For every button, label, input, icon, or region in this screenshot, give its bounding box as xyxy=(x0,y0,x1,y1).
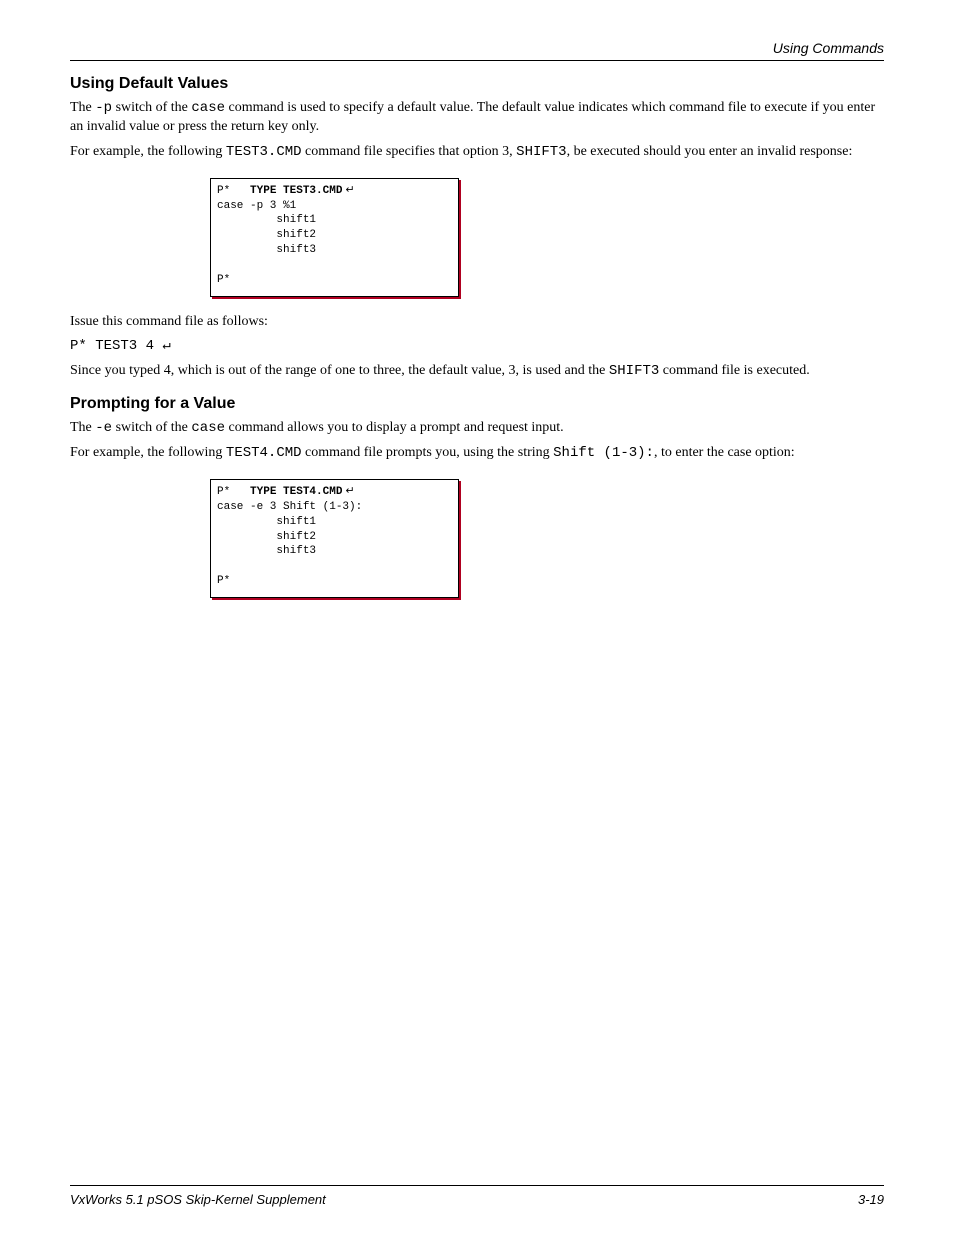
header-rule xyxy=(70,60,884,61)
section-heading-prompting: Prompting for a Value xyxy=(70,395,884,413)
return-icon: ↵ xyxy=(342,485,354,497)
case-command: case xyxy=(191,100,225,116)
footer-right: 3-19 xyxy=(858,1192,884,1207)
code-box-test4: P* TYPE TEST4.CMD ↵ case -e 3 Shift (1-3… xyxy=(210,479,459,598)
footer-rule xyxy=(70,1185,884,1186)
shift3-ref: SHIFT3 xyxy=(609,363,659,379)
page-footer: VxWorks 5.1 pSOS Skip-Kernel Supplement … xyxy=(70,1178,884,1207)
file-test4: TEST4.CMD xyxy=(226,445,302,461)
para-default-example: For example, the following TEST3.CMD com… xyxy=(70,143,884,162)
prompt-string: Shift (1-3): xyxy=(553,445,654,461)
section-heading-default-values: Using Default Values xyxy=(70,75,884,93)
code1-l4: shift3 xyxy=(217,244,316,256)
code-box-test3: P* TYPE TEST3.CMD ↵ case -p 3 %1 shift1 … xyxy=(210,178,459,297)
code2-l3: shift2 xyxy=(217,531,316,543)
code2-cmd: TYPE TEST4.CMD xyxy=(250,486,342,498)
case-command-2: case xyxy=(191,420,225,436)
code1-l1: case -p 3 %1 xyxy=(217,200,296,212)
code1-l2: shift1 xyxy=(217,214,316,226)
code2-prompt2: P* xyxy=(217,575,230,587)
code1-l3: shift2 xyxy=(217,229,316,241)
code2-l2: shift1 xyxy=(217,516,316,528)
cmd-line-test3: P* TEST3 4 ↵ xyxy=(70,337,884,356)
para-prompt-example: For example, the following TEST4.CMD com… xyxy=(70,444,884,463)
code2-l1: case -e 3 Shift (1-3): xyxy=(217,501,362,513)
code2-l4: shift3 xyxy=(217,545,316,557)
para-default-intro: The -p switch of the case command is use… xyxy=(70,99,884,137)
footer-left: VxWorks 5.1 pSOS Skip-Kernel Supplement xyxy=(70,1192,326,1207)
para-default-result: Since you typed 4, which is out of the r… xyxy=(70,362,884,381)
file-test3: TEST3.CMD xyxy=(226,144,302,160)
code1-cmd: TYPE TEST3.CMD xyxy=(250,185,342,197)
para-prompt-intro: The -e switch of the case command allows… xyxy=(70,419,884,438)
switch-e: -e xyxy=(95,420,112,436)
return-icon: ↵ xyxy=(342,184,354,196)
header-right: Using Commands xyxy=(70,40,884,56)
code1-prompt2: P* xyxy=(217,274,230,286)
para-issue-cmd: Issue this command file as follows: xyxy=(70,313,884,332)
file-shift3: SHIFT3 xyxy=(516,144,566,160)
switch-p: -p xyxy=(95,100,112,116)
